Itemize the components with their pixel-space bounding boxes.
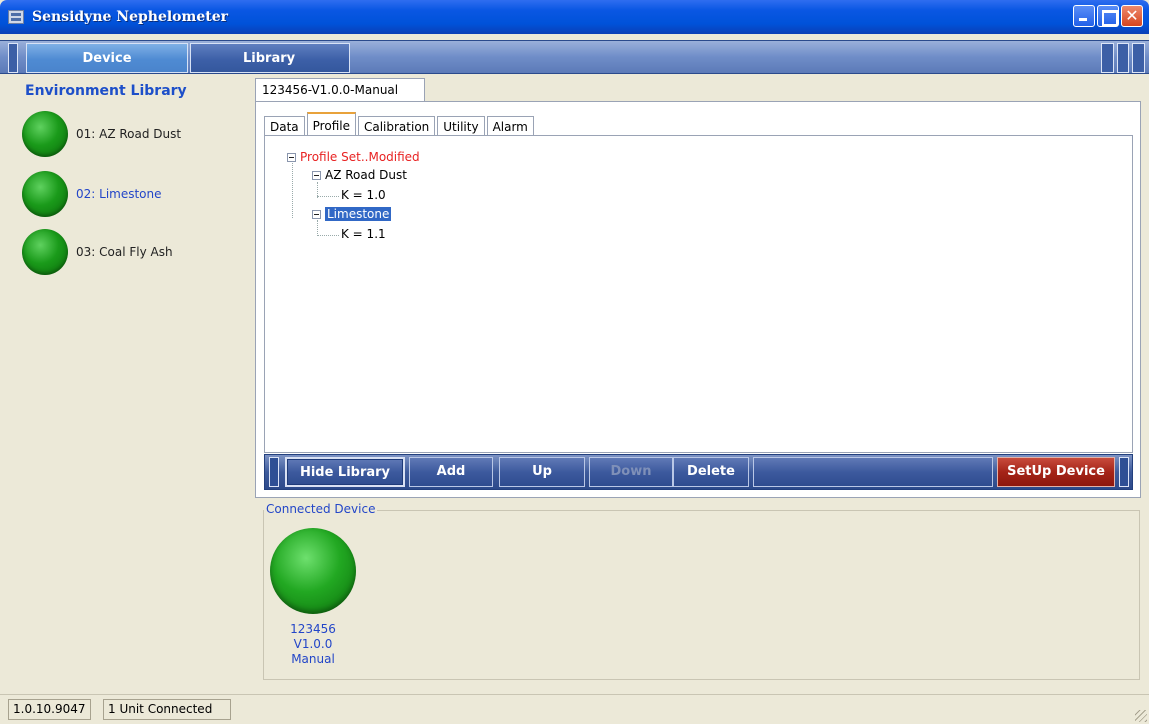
device-document-panel: Data Profile Calibration Utility Alarm P… <box>255 101 1141 498</box>
tree-node-limestone[interactable]: Limestone <box>312 207 392 221</box>
connected-device-status-icon[interactable] <box>270 528 356 614</box>
down-button[interactable]: Down <box>589 457 673 487</box>
nav-grip-left <box>8 43 18 73</box>
delete-button[interactable]: Delete <box>673 457 749 487</box>
toolbar-spacer <box>753 457 993 487</box>
tree-leaf-k-value[interactable]: K = 1.0 <box>341 188 386 202</box>
profile-tree[interactable]: Profile Set..Modified AZ Road Dust K = 1… <box>264 135 1133 453</box>
window-title: Sensidyne Nephelometer <box>32 9 228 25</box>
environment-status-icon <box>22 229 68 275</box>
tree-node-label: Limestone <box>325 207 392 221</box>
tree-connector <box>317 196 339 197</box>
sidebar-item-coal-fly-ash[interactable]: 03: Coal Fly Ash <box>22 228 252 276</box>
device-serial: 123456 <box>290 622 336 636</box>
profile-toolbar: Hide Library Add Up Down Delete SetUp De… <box>264 454 1133 490</box>
minimize-button[interactable] <box>1073 5 1095 27</box>
app-icon <box>8 10 24 24</box>
tree-node-az-road-dust[interactable]: AZ Road Dust <box>312 168 407 182</box>
title-bar[interactable]: Sensidyne Nephelometer ✕ <box>0 0 1149 34</box>
status-bar: 1.0.10.9047 1 Unit Connected <box>0 694 1149 724</box>
close-button[interactable]: ✕ <box>1121 5 1143 27</box>
tree-root-node[interactable]: Profile Set..Modified <box>287 150 420 164</box>
status-units-connected: 1 Unit Connected <box>103 699 231 720</box>
toolbar-grip <box>1119 457 1129 487</box>
sidebar-item-label: 03: Coal Fly Ash <box>76 245 173 259</box>
tree-root-label: Profile Set..Modified <box>300 150 420 164</box>
close-icon: ✕ <box>1125 6 1139 25</box>
tree-node-label: AZ Road Dust <box>325 168 407 182</box>
resize-grip-icon[interactable] <box>1135 710 1147 722</box>
tab-device-document[interactable]: 123456-V1.0.0-Manual <box>255 78 425 102</box>
sidebar-item-label: 02: Limestone <box>76 187 162 201</box>
hide-library-button[interactable]: Hide Library <box>285 457 405 487</box>
tree-leaf-k-value[interactable]: K = 1.1 <box>341 227 386 241</box>
collapse-icon[interactable] <box>312 210 321 219</box>
connected-device-legend: Connected Device <box>264 502 378 516</box>
tab-library[interactable]: Library <box>190 43 350 73</box>
environment-status-icon <box>22 111 68 157</box>
toolbar-grip <box>269 457 279 487</box>
status-version: 1.0.10.9047 <box>8 699 91 720</box>
tree-connector <box>317 235 339 236</box>
nav-grip-right <box>1101 43 1146 73</box>
sidebar-item-label: 01: AZ Road Dust <box>76 127 182 141</box>
setup-device-button[interactable]: SetUp Device <box>997 457 1115 487</box>
sidebar-title: Environment Library <box>25 83 187 99</box>
tree-connector <box>317 220 318 236</box>
tab-device[interactable]: Device <box>26 43 188 73</box>
environment-library-sidebar: Environment Library 01: AZ Road Dust 02:… <box>8 76 248 686</box>
device-version: V1.0.0 <box>293 637 333 651</box>
device-mode: Manual <box>291 652 335 666</box>
collapse-icon[interactable] <box>312 171 321 180</box>
minimize-icon <box>1074 6 1094 26</box>
add-button[interactable]: Add <box>409 457 493 487</box>
maximize-icon <box>1098 6 1118 26</box>
connected-device-group <box>263 510 1140 680</box>
maximize-button[interactable] <box>1097 5 1119 27</box>
sidebar-item-az-road-dust[interactable]: 01: AZ Road Dust <box>22 110 252 158</box>
sidebar-item-limestone[interactable]: 02: Limestone <box>22 170 252 218</box>
main-nav: Device Library <box>0 40 1149 74</box>
tree-connector <box>292 160 293 218</box>
environment-status-icon <box>22 171 68 217</box>
up-button[interactable]: Up <box>499 457 585 487</box>
window-controls: ✕ <box>1073 5 1143 27</box>
collapse-icon[interactable] <box>287 153 296 162</box>
